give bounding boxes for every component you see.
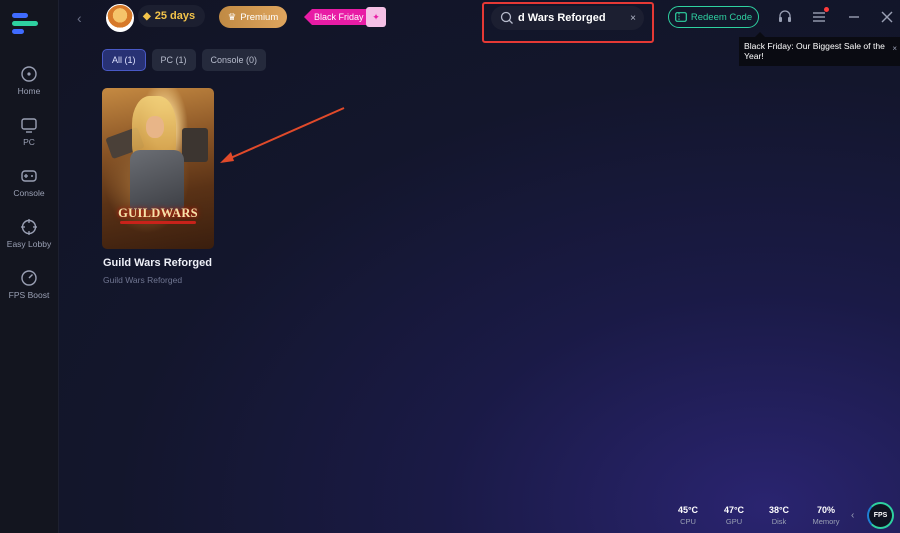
- crown-icon: ♛: [227, 11, 237, 23]
- search-bar[interactable]: ×: [491, 6, 644, 30]
- memory-stat: 70% Memory: [806, 505, 846, 526]
- sidebar-item-home[interactable]: Home: [0, 65, 58, 96]
- close-icon[interactable]: [879, 9, 895, 25]
- support-headset-icon[interactable]: [777, 9, 793, 25]
- tab-console[interactable]: Console (0): [201, 49, 267, 71]
- game-subtitle: Guild Wars Reforged: [103, 275, 183, 285]
- diamond-icon: ◆: [143, 10, 151, 22]
- sidebar-item-easy-lobby[interactable]: Easy Lobby: [0, 218, 58, 249]
- sidebar-item-console[interactable]: Console: [0, 167, 58, 198]
- cover-logo-underline: [120, 221, 196, 224]
- gpu-temp: 47°C: [723, 505, 745, 515]
- cover-art-armor: [130, 150, 184, 210]
- sidebar-item-fps-boost[interactable]: FPS Boost: [0, 269, 58, 300]
- sidebar-item-pc[interactable]: PC: [0, 116, 58, 147]
- clear-search-icon[interactable]: ×: [630, 13, 636, 24]
- sidebar-item-label: Easy Lobby: [6, 239, 52, 249]
- sidebar-item-label: Home: [17, 86, 41, 96]
- notification-dot: [824, 7, 829, 12]
- membership-days-badge[interactable]: ◆ 25 days: [138, 5, 206, 27]
- game-card-cover[interactable]: GUILDWARS: [102, 88, 214, 249]
- disk-temp: 38°C: [768, 505, 790, 515]
- sidebar: Home PC Console Easy Lobby FPS Boost: [0, 0, 59, 533]
- gpu-stat: 47°C GPU: [714, 505, 754, 526]
- app-logo[interactable]: [12, 11, 40, 35]
- memory-usage: 70%: [816, 505, 835, 515]
- tab-all[interactable]: All (1): [102, 49, 146, 71]
- ticket-icon: [674, 12, 687, 22]
- menu-list-icon[interactable]: [811, 7, 829, 25]
- avatar[interactable]: [106, 4, 134, 32]
- cpu-stat: 45°C CPU: [668, 505, 708, 526]
- system-stats-bar: 45°C CPU 47°C GPU 38°C Disk 70% Memory ‹…: [662, 499, 900, 533]
- back-chevron-icon[interactable]: ‹: [77, 10, 82, 26]
- search-icon: [500, 11, 513, 24]
- gauge-icon: [21, 270, 37, 286]
- monitor-icon: [21, 118, 37, 133]
- gpu-label: GPU: [725, 517, 743, 526]
- tooltip-close-icon[interactable]: ×: [892, 44, 897, 54]
- cover-art-face: [146, 116, 164, 138]
- redeem-code-label: Redeem Code: [690, 11, 753, 23]
- gamepad-icon: [21, 170, 37, 182]
- game-title[interactable]: Guild Wars Reforged: [103, 257, 212, 269]
- gift-icon: ✦: [366, 7, 386, 27]
- sidebar-item-label: PC: [23, 137, 35, 147]
- disk-stat: 38°C Disk: [759, 505, 799, 526]
- sidebar-item-label: Console: [13, 188, 45, 198]
- platform-filter-tabs: All (1) PC (1) Console (0): [102, 49, 267, 71]
- collapse-chevron-icon[interactable]: ‹: [851, 510, 854, 521]
- minimize-icon[interactable]: [846, 9, 862, 25]
- sidebar-item-label: FPS Boost: [8, 290, 50, 300]
- memory-label: Memory: [812, 517, 840, 526]
- cover-game-logo: GUILDWARS: [118, 206, 198, 220]
- fps-boost-badge[interactable]: FPS: [867, 502, 894, 529]
- crosshair-icon: [21, 219, 37, 235]
- black-friday-tooltip: Black Friday: Our Biggest Sale of the Ye…: [739, 32, 900, 66]
- search-input[interactable]: [518, 12, 627, 24]
- cpu-temp: 45°C: [677, 505, 699, 515]
- premium-button[interactable]: ♛ Premium: [219, 6, 287, 28]
- home-icon: [21, 66, 37, 82]
- tab-pc[interactable]: PC (1): [151, 49, 196, 71]
- redeem-code-button[interactable]: Redeem Code: [668, 6, 759, 28]
- tooltip-text: Black Friday: Our Biggest Sale of the Ye…: [744, 41, 885, 61]
- disk-label: Disk: [771, 517, 787, 526]
- days-remaining: 25 days: [154, 10, 196, 22]
- cover-art-weapon: [182, 128, 208, 162]
- black-friday-banner[interactable]: Black Friday ✦: [300, 7, 386, 27]
- cpu-label: CPU: [680, 517, 696, 526]
- premium-label: Premium: [240, 11, 279, 23]
